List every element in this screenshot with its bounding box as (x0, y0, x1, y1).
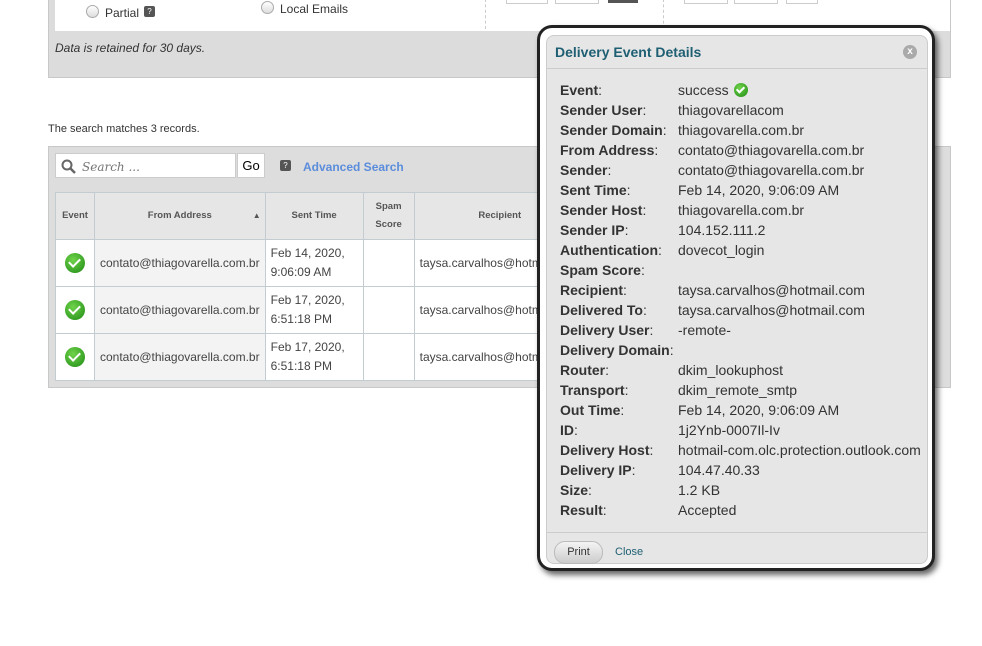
time-field[interactable] (734, 0, 778, 4)
go-button[interactable]: Go (237, 153, 265, 178)
sent-cell: Feb 17, 2020, 6:51:18 PM (264, 333, 364, 381)
detail-value: Feb 14, 2020, 9:06:09 AM (678, 182, 840, 198)
detail-value: 1j2Ynb-0007Il-Iv (678, 422, 780, 438)
col-from-address[interactable]: From Address ▲ (94, 192, 266, 240)
local-emails-radio[interactable] (261, 1, 274, 14)
local-emails-label: Local Emails (280, 2, 349, 16)
event-cell (55, 239, 95, 287)
detail-value: 104.47.40.33 (678, 462, 760, 478)
table-row[interactable]: contato@thiagovarella.com.br Feb 17, 202… (55, 286, 586, 334)
search-icon (61, 159, 76, 174)
detail-label: Delivery Domain: (560, 342, 674, 358)
spam-cell (362, 286, 415, 334)
dialog-body: Delivery Event Details x Event: success Se… (546, 35, 928, 564)
detail-value: thiagovarella.com.br (678, 202, 805, 218)
sent-cell: Feb 17, 2020, 6:51:18 PM (264, 286, 364, 334)
close-link[interactable]: Close (615, 546, 643, 558)
detail-value: Accepted (678, 502, 737, 518)
detail-value: thiagovarellacom (678, 102, 784, 118)
detail-label: Transport: (560, 382, 629, 398)
divider (485, 0, 486, 29)
success-icon (65, 347, 85, 367)
divider (547, 532, 927, 533)
col-spam-score[interactable]: Spam Score (362, 192, 415, 240)
detail-label: From Address: (560, 142, 659, 158)
table-header: Event From Address ▲ Sent Time Spam Score… (55, 192, 586, 240)
filter-options: Partial ? Local Emails (55, 0, 950, 31)
date-field[interactable] (506, 0, 548, 4)
detail-label: Sender Domain: (560, 122, 667, 138)
detail-label: Size: (560, 482, 592, 498)
success-icon (733, 83, 748, 97)
detail-value: taysa.carvalhos@hotmail.com (678, 282, 865, 298)
partial-radio[interactable] (86, 5, 99, 18)
col-sent-time[interactable]: Sent Time (264, 192, 364, 240)
detail-label: Sender Host: (560, 202, 647, 218)
dialog-title: Delivery Event Details (555, 44, 702, 60)
help-icon[interactable]: ? (144, 6, 155, 17)
retention-note: Data is retained for 30 days. (55, 41, 206, 55)
from-cell: contato@thiagovarella.com.br (94, 239, 266, 287)
detail-label: Recipient: (560, 282, 627, 298)
detail-value: 104.152.111.2 (678, 222, 766, 238)
delivery-event-dialog: Delivery Event Details x Event: success Se… (540, 28, 932, 568)
partial-label: Partial (105, 6, 140, 20)
detail-value: hotmail-com.olc.protection.outlook.com (678, 442, 921, 458)
table-row[interactable]: contato@thiagovarella.com.br Feb 14, 202… (55, 239, 586, 287)
detail-label: Delivery User: (560, 322, 654, 338)
event-cell (55, 333, 95, 381)
detail-value: Feb 14, 2020, 9:06:09 AM (678, 402, 840, 418)
detail-label: Event: (560, 82, 603, 98)
calendar-button[interactable] (608, 0, 638, 3)
detail-label: ID: (560, 422, 578, 438)
detail-label: Authentication: (560, 242, 662, 258)
sent-cell: Feb 14, 2020, 9:06:09 AM (264, 239, 364, 287)
detail-label: Sent Time: (560, 182, 631, 198)
detail-label: Result: (560, 502, 607, 518)
advanced-search-link[interactable]: Advanced Search (303, 160, 404, 174)
detail-value: taysa.carvalhos@hotmail.com (678, 302, 865, 318)
detail-label: Delivery IP: (560, 462, 636, 478)
print-button[interactable]: Print (554, 541, 603, 564)
detail-value: success (678, 82, 748, 98)
divider (547, 68, 927, 69)
search-box[interactable] (55, 153, 236, 178)
help-icon[interactable]: ? (280, 160, 291, 171)
col-event[interactable]: Event (55, 192, 95, 240)
detail-value: 1.2 KB (678, 482, 721, 498)
table-row[interactable]: contato@thiagovarella.com.br Feb 17, 202… (55, 333, 586, 381)
results-summary: The search matches 3 records. (48, 123, 200, 135)
detail-value: -remote- (678, 322, 731, 338)
date-field[interactable] (684, 0, 728, 4)
detail-label: Sender IP: (560, 222, 629, 238)
from-cell: contato@thiagovarella.com.br (94, 333, 266, 381)
success-icon (65, 253, 85, 273)
divider (663, 0, 664, 29)
detail-value: contato@thiagovarella.com.br (678, 162, 865, 178)
detail-value: dkim_lookuphost (678, 362, 784, 378)
success-icon (65, 300, 85, 320)
results-table: Event From Address ▲ Sent Time Spam Score… (55, 192, 586, 381)
detail-label: Out Time: (560, 402, 625, 418)
search-input[interactable] (80, 159, 234, 175)
detail-value: dkim_remote_smtp (678, 382, 798, 398)
from-cell: contato@thiagovarella.com.br (94, 286, 266, 334)
detail-label: Router: (560, 362, 610, 378)
detail-label: Sender User: (560, 102, 647, 118)
detail-value: thiagovarella.com.br (678, 122, 805, 138)
sort-asc-icon: ▲ (252, 211, 261, 220)
spam-cell (362, 333, 415, 381)
spam-cell (362, 239, 415, 287)
detail-label: Spam Score: (560, 262, 645, 278)
calendar-button[interactable] (786, 0, 818, 4)
detail-label: Delivery Host: (560, 442, 654, 458)
col-label: From Address (147, 210, 212, 221)
detail-label: Sender: (560, 162, 612, 178)
close-icon[interactable]: x (903, 45, 917, 59)
detail-label: Delivered To: (560, 302, 647, 318)
detail-value: contato@thiagovarella.com.br (678, 142, 865, 158)
time-field[interactable] (555, 0, 599, 4)
detail-value: dovecot_login (678, 242, 765, 258)
event-cell (55, 286, 95, 334)
